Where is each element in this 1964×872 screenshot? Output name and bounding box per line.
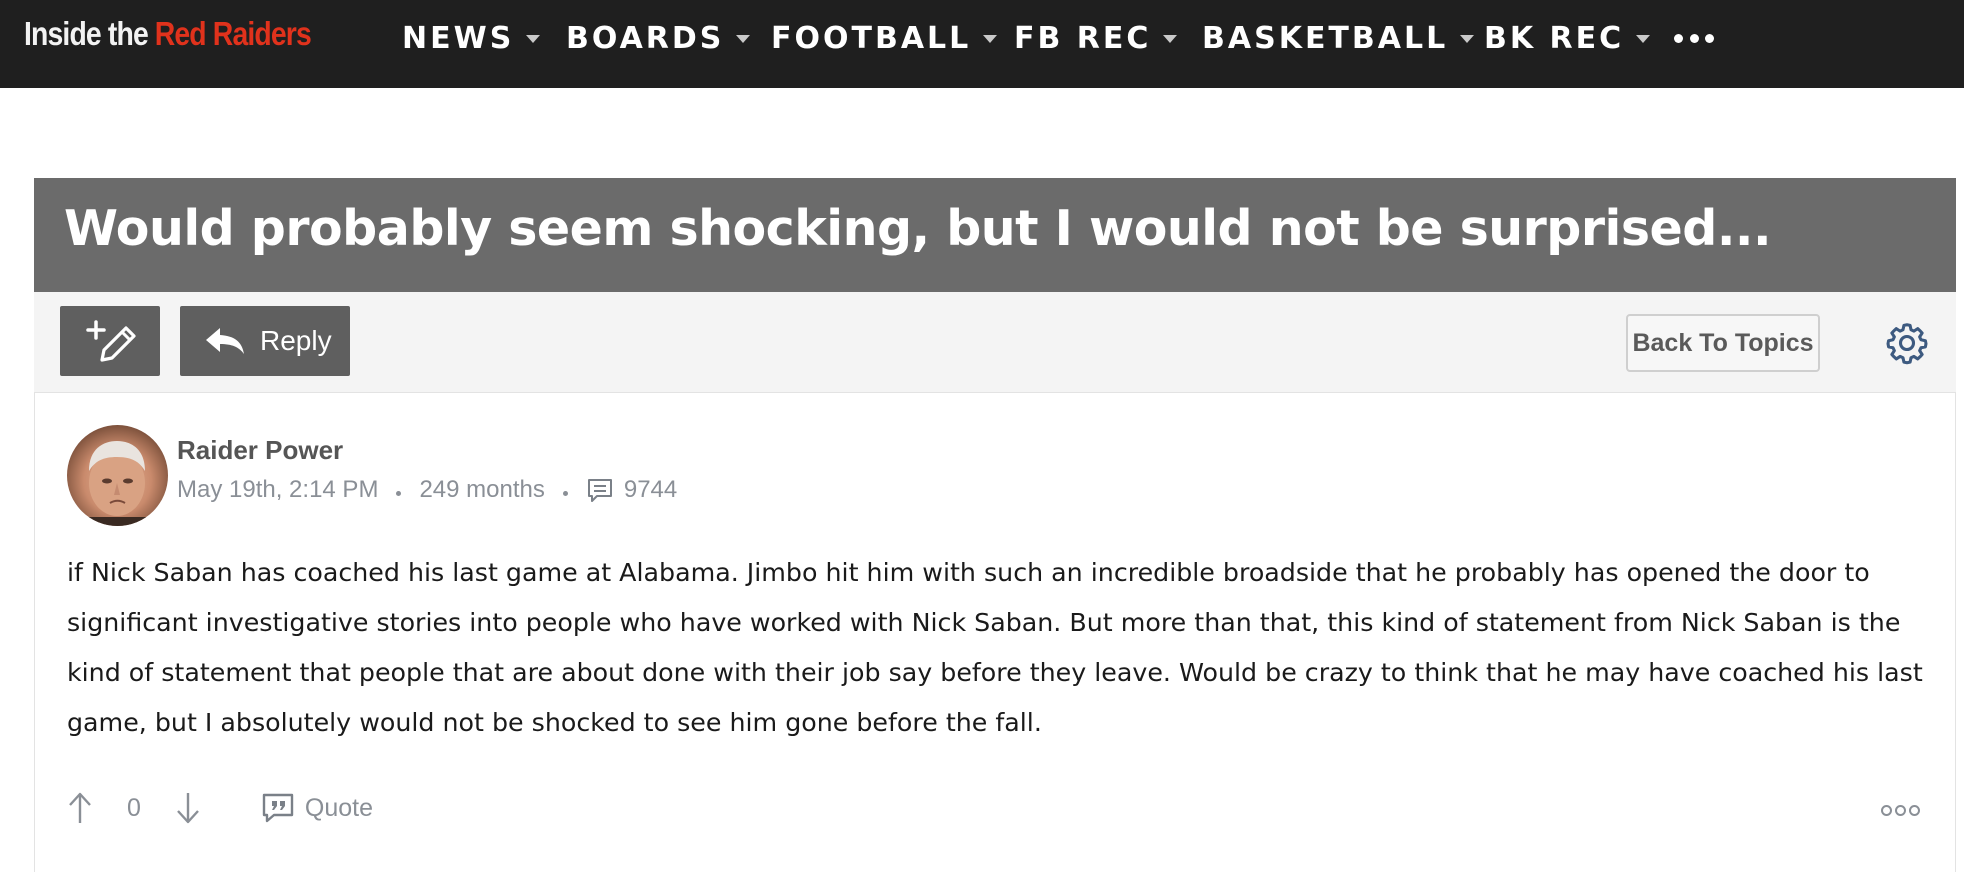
downvote-arrow-icon[interactable] xyxy=(175,791,201,825)
dot xyxy=(1881,805,1892,816)
dot xyxy=(1895,805,1906,816)
post-count: 9744 xyxy=(623,476,678,503)
nav-item-news[interactable]: NEWS xyxy=(402,18,541,58)
top-navigation-bar: Inside the Red Raiders NEWS BOARDS FOOTB… xyxy=(0,0,1964,88)
dot xyxy=(1705,33,1714,43)
member-tenure: 249 months xyxy=(419,476,545,503)
nav-item-basketball[interactable]: BASKETBALL xyxy=(1202,18,1475,58)
nav-item-label: NEWS xyxy=(402,20,515,56)
upvote-arrow-icon[interactable] xyxy=(67,791,93,825)
dot xyxy=(1689,33,1699,43)
nav-item-fb-rec[interactable]: FB REC xyxy=(1014,18,1178,58)
post-meta: May 19th, 2:14 PM 249 months 9744 xyxy=(177,475,677,505)
post-options-icon[interactable] xyxy=(1881,805,1920,816)
reply-button-label: Reply xyxy=(260,325,332,356)
nav-item-boards[interactable]: BOARDS xyxy=(566,18,751,58)
site-logo[interactable]: Inside the Red Raiders xyxy=(24,14,312,54)
back-to-topics-button[interactable]: Back To Topics xyxy=(1626,314,1820,372)
thread-toolbar: Reply Back To Topics xyxy=(34,292,1956,392)
vote-count: 0 xyxy=(127,793,141,822)
quote-icon xyxy=(262,793,294,823)
chevron-down-icon xyxy=(1460,35,1475,43)
nav-item-label: FB REC xyxy=(1014,20,1152,56)
post-actions: 0 Quote xyxy=(67,788,373,828)
chevron-down-icon xyxy=(1163,35,1178,43)
reply-arrow-icon xyxy=(206,328,244,354)
post-card: Raider Power May 19th, 2:14 PM 249 month… xyxy=(34,392,1956,872)
separator-dot xyxy=(396,490,402,496)
avatar[interactable] xyxy=(67,425,168,526)
reply-button[interactable]: Reply xyxy=(180,306,350,376)
chevron-down-icon xyxy=(1636,35,1651,43)
new-post-pencil-icon xyxy=(86,320,136,362)
comment-icon xyxy=(587,479,612,502)
logo-text-white: Inside the xyxy=(24,15,149,52)
logo-text-red: Red Raiders xyxy=(154,15,312,52)
post-date: May 19th, 2:14 PM xyxy=(177,476,379,503)
nav-item-label: BASKETBALL xyxy=(1202,20,1449,56)
quote-label: Quote xyxy=(304,793,374,822)
nav-item-bk-rec[interactable]: BK REC xyxy=(1484,18,1651,58)
thread-title-banner: Would probably seem shocking, but I woul… xyxy=(34,178,1956,292)
nav-item-football[interactable]: FOOTBALL xyxy=(771,18,998,58)
thread-title: Would probably seem shocking, but I woul… xyxy=(64,200,1772,257)
quote-button[interactable]: Quote xyxy=(261,792,373,824)
nav-item-label: BOARDS xyxy=(566,20,725,56)
dot xyxy=(1674,33,1683,43)
post-body: if Nick Saban has coached his last game … xyxy=(67,558,1923,737)
chevron-down-icon xyxy=(736,35,751,43)
dot xyxy=(1909,805,1920,816)
gear-icon[interactable] xyxy=(1884,320,1930,366)
nav-item-label: FOOTBALL xyxy=(771,20,972,56)
nav-item-label: BK REC xyxy=(1484,20,1625,56)
new-topic-button[interactable] xyxy=(60,306,160,376)
avatar-portrait xyxy=(67,441,168,526)
chevron-down-icon xyxy=(526,35,541,43)
post-author[interactable]: Raider Power xyxy=(177,435,343,466)
ellipsis-icon[interactable] xyxy=(1674,28,1714,48)
chevron-down-icon xyxy=(983,35,998,43)
separator-dot xyxy=(562,490,568,496)
